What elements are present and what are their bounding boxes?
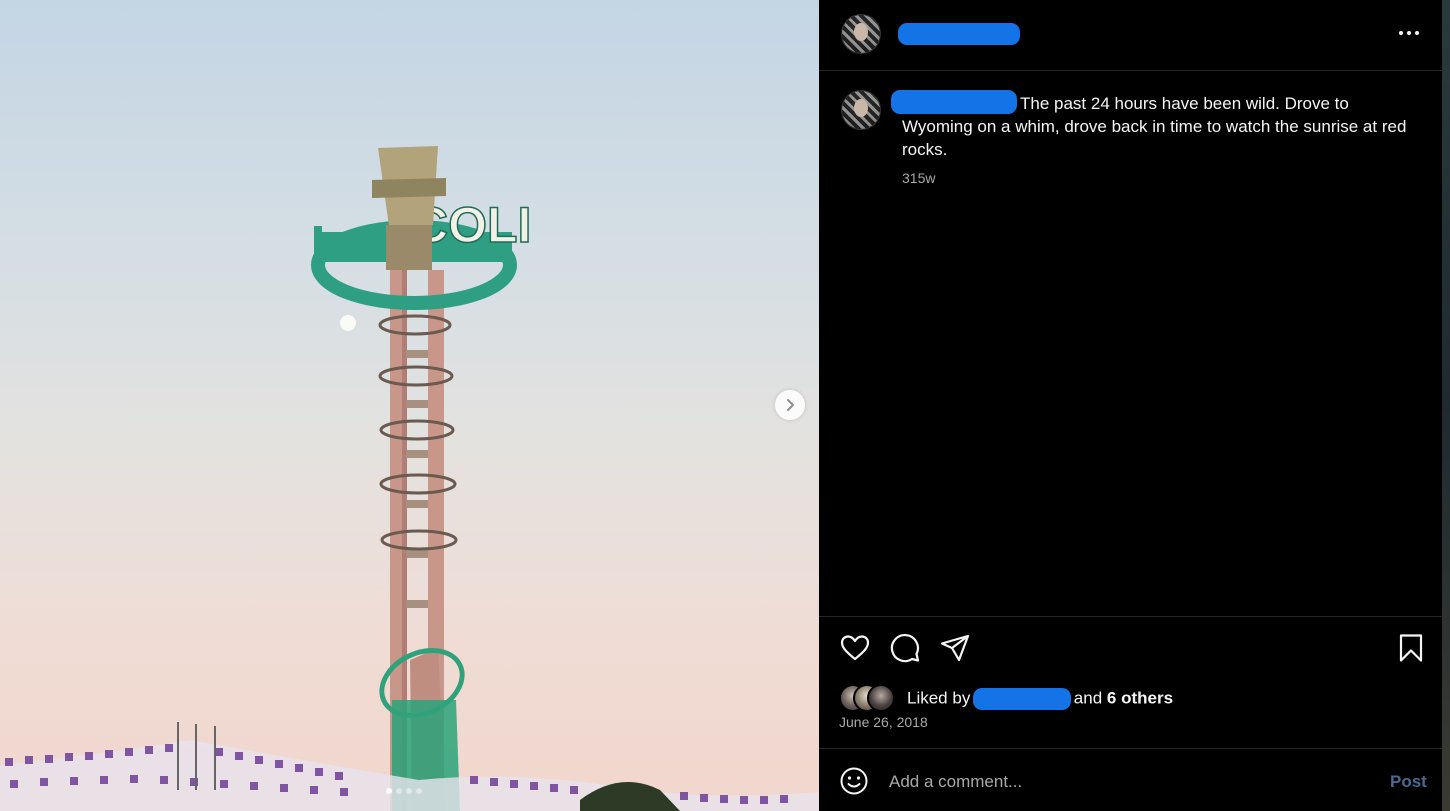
share-button[interactable]: [939, 632, 971, 664]
likes-text: Liked by and 6 others: [907, 688, 1173, 710]
liked-by-others-link[interactable]: 6 others: [1107, 688, 1173, 707]
chevron-right-icon: [787, 399, 794, 411]
background-edge: [1442, 0, 1450, 811]
likes-summary: Liked by and 6 others: [839, 684, 1399, 712]
carousel-dot: [416, 788, 422, 794]
moon: [340, 315, 356, 331]
caption-text: The past 24 hours have been wild. Drove …: [902, 94, 1407, 159]
more-icon: [1399, 31, 1419, 35]
carousel-dot: [396, 788, 402, 794]
caption-author-avatar[interactable]: [841, 90, 881, 130]
post-details-panel: The past 24 hours have been wild. Drove …: [819, 0, 1442, 811]
caption-time-ago[interactable]: 315w: [902, 170, 935, 186]
carousel-next-button[interactable]: [775, 390, 805, 420]
like-button[interactable]: [839, 632, 871, 664]
comment-input[interactable]: [889, 770, 1359, 794]
photo-scene: COLI: [0, 146, 819, 811]
carousel-dot: [406, 788, 412, 794]
divider: [819, 748, 1442, 749]
divider: [819, 616, 1442, 617]
post-header: [819, 0, 1442, 71]
liked-by-and: and: [1073, 688, 1103, 708]
heart-icon: [840, 635, 870, 661]
emoji-icon: [840, 767, 868, 795]
emoji-button[interactable]: [839, 766, 869, 796]
save-button[interactable]: [1395, 632, 1427, 664]
redacted-liker-name[interactable]: [973, 688, 1072, 710]
bookmark-icon: [1399, 634, 1423, 662]
post-photo[interactable]: COLI: [0, 0, 819, 811]
comment-icon: [890, 634, 920, 663]
author-avatar[interactable]: [841, 14, 881, 54]
liked-by-label: Liked by: [907, 688, 971, 708]
tower-steps: [406, 300, 428, 608]
post-comment-button[interactable]: Post: [1390, 772, 1427, 792]
liker-avatar[interactable]: [867, 684, 895, 712]
carousel-dot: [386, 788, 392, 794]
carousel-indicator: [386, 788, 422, 794]
comment-button[interactable]: [889, 632, 921, 664]
redacted-username[interactable]: [898, 23, 1020, 45]
post-date[interactable]: June 26, 2018: [839, 714, 928, 730]
share-icon: [940, 634, 970, 662]
more-options-button[interactable]: [1394, 20, 1424, 46]
post-caption: The past 24 hours have been wild. Drove …: [902, 92, 1412, 161]
